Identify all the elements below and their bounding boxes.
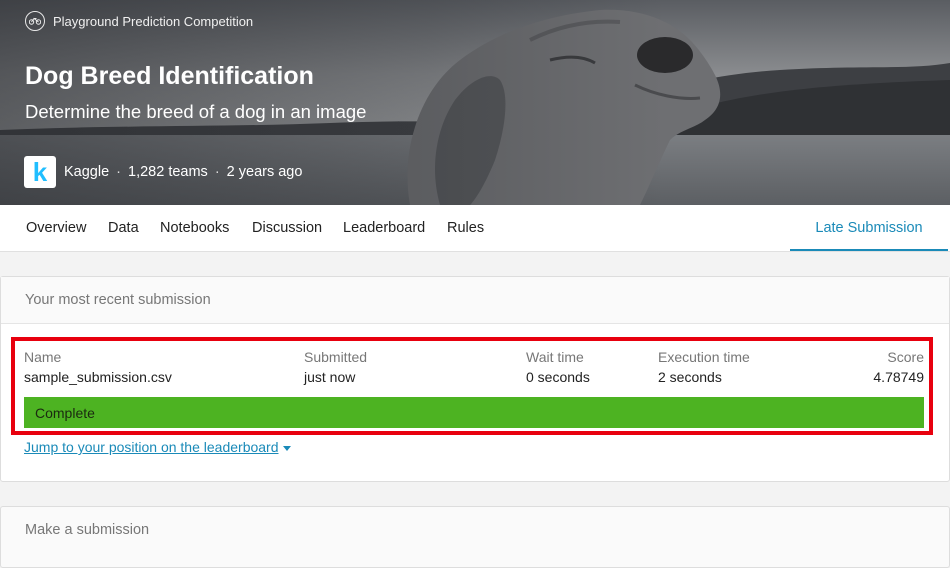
tab-late-submission[interactable]: Late Submission xyxy=(790,205,948,251)
kaggle-logo-letter: k xyxy=(32,157,48,187)
separator-dot: · xyxy=(116,164,121,180)
status-label: Complete xyxy=(35,405,95,421)
column-header-name: Name xyxy=(24,349,62,365)
competition-type-label: Playground Prediction Competition xyxy=(53,13,254,29)
submission-time: just now xyxy=(304,369,356,385)
column-header-execution-time: Execution time xyxy=(658,349,750,365)
host-link[interactable]: Kaggle xyxy=(64,164,109,180)
teams-count[interactable]: 1,282 teams xyxy=(128,164,208,180)
page-title: Dog Breed Identification xyxy=(25,62,314,90)
competition-age: 2 years ago xyxy=(226,164,303,180)
competition-nav: Overview Data Notebooks Discussion Leade… xyxy=(0,205,950,252)
kaggle-logo[interactable]: k xyxy=(24,156,56,188)
jump-to-leaderboard-link[interactable]: Jump to your position on the leaderboard xyxy=(24,439,291,455)
column-header-wait-time: Wait time xyxy=(526,349,584,365)
competition-header: Playground Prediction Competition Dog Br… xyxy=(0,0,950,205)
submission-score: 4.78749 xyxy=(873,369,924,385)
tab-overview[interactable]: Overview xyxy=(26,205,86,251)
caret-down-icon xyxy=(282,445,291,451)
tab-leaderboard[interactable]: Leaderboard xyxy=(343,205,425,251)
jump-link-label: Jump to your position on the leaderboard xyxy=(24,439,279,455)
make-submission-heading: Make a submission xyxy=(25,522,150,538)
recent-submission-heading: Your most recent submission xyxy=(1,277,949,324)
tab-data[interactable]: Data xyxy=(108,205,139,251)
bicycle-icon xyxy=(25,11,45,31)
tab-rules[interactable]: Rules xyxy=(447,205,484,251)
competition-type: Playground Prediction Competition xyxy=(25,11,253,31)
status-bar: Complete xyxy=(24,397,924,428)
column-header-score: Score xyxy=(887,349,924,365)
submission-execution-time: 2 seconds xyxy=(658,369,722,385)
separator-dot: · xyxy=(214,164,220,180)
submission-wait-time: 0 seconds xyxy=(526,369,590,385)
column-header-submitted: Submitted xyxy=(304,349,368,365)
tab-discussion[interactable]: Discussion xyxy=(252,205,322,251)
submission-filename: sample_submission.csv xyxy=(24,369,172,385)
competition-meta: k Kaggle · 1,282 teams · 2 years ago xyxy=(24,156,302,188)
page-subtitle: Determine the breed of a dog in an image xyxy=(25,101,367,122)
make-submission-card[interactable]: Make a submission xyxy=(0,506,950,568)
tab-notebooks[interactable]: Notebooks xyxy=(160,205,229,251)
